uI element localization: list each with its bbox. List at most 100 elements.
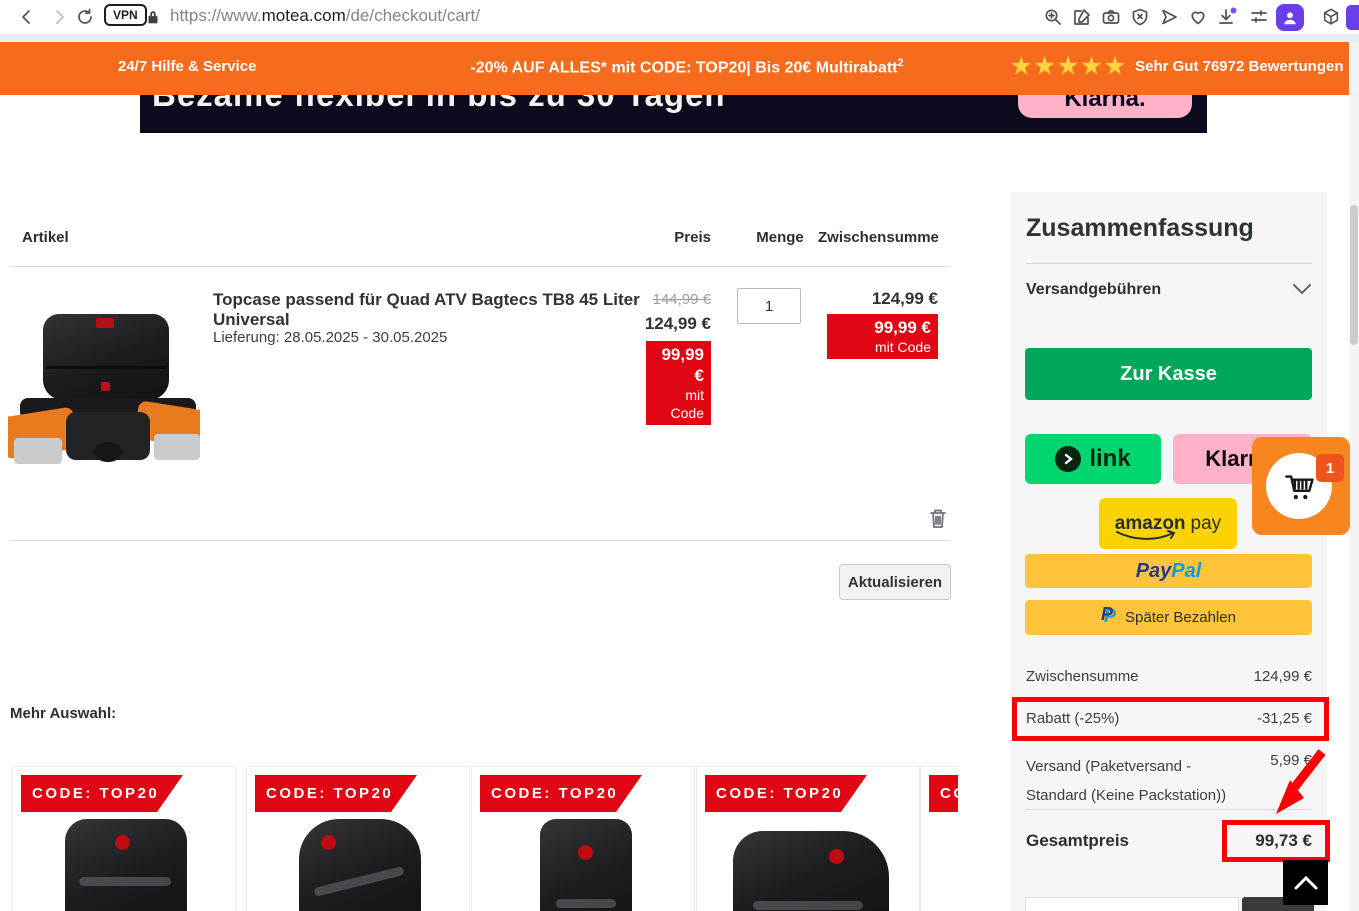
camera-icon[interactable] (1098, 4, 1124, 30)
subtotal-code-box: 99,99 € mit Code (827, 314, 938, 359)
code-ribbon: CODE: TOP20 (929, 775, 958, 812)
column-header-preis: Preis (640, 229, 711, 246)
amazon-pay-word: pay (1191, 513, 1222, 534)
price-code-value: 99,99 € (653, 344, 704, 386)
cart-row-divider (10, 540, 950, 541)
code-ribbon: CODE: TOP20 (21, 775, 183, 812)
pay-later-button[interactable]: P P Später Bezahlen (1025, 600, 1312, 635)
promo-rating: ★ ★ ★ ★ ★ Sehr Gut 76972 Bewertungen (1010, 54, 1344, 79)
star-icon: ★ (1010, 54, 1032, 79)
download-icon[interactable] (1214, 4, 1240, 30)
page-scrollbar-track[interactable] (1349, 42, 1359, 911)
more-products-row: CODE: TOP20 CODE: TOP20 CODE: TOP20 CODE… (10, 766, 958, 911)
table-header-divider (10, 266, 950, 267)
update-cart-button[interactable]: Aktualisieren (839, 564, 951, 600)
price-old: 144,99 € (560, 291, 711, 308)
cart-icon (1280, 467, 1318, 505)
summary-subtotal-label: Zwischensumme (1026, 668, 1139, 685)
extension-clipped-icon[interactable] (1346, 5, 1359, 30)
paypal-logo-pay: Pay (1136, 560, 1172, 583)
summary-shipping-label: Versand (Paketversand - Standard (Keine … (1026, 752, 1238, 810)
column-header-zwischensumme: Zwischensumme (818, 229, 938, 246)
page-scrollbar-thumb[interactable] (1350, 205, 1358, 345)
lock-icon[interactable] (140, 4, 166, 30)
scroll-to-top-button[interactable] (1283, 860, 1328, 905)
link-label: link (1089, 445, 1130, 473)
quantity-input[interactable] (737, 288, 801, 324)
more-products-heading: Mehr Auswahl: (10, 705, 116, 722)
summary-title: Zusammenfassung (1026, 214, 1254, 243)
annotation-total-box (1222, 820, 1330, 862)
code-ribbon: CODE: TOP20 (255, 775, 417, 812)
product-card[interactable]: CODE: TOP20 (920, 766, 958, 911)
annotation-discount-box (1012, 697, 1329, 741)
pay-amazon-button[interactable]: amazonpay (1099, 498, 1237, 549)
send-icon[interactable] (1156, 4, 1182, 30)
shipping-toggle-label[interactable]: Versandgebühren (1026, 281, 1161, 299)
forward-icon[interactable] (46, 4, 72, 30)
checkout-button-label: Zur Kasse (1120, 363, 1217, 386)
browser-toolbar: VPN https://www.motea.com/de/checkout/ca… (0, 0, 1359, 34)
coupon-code-input[interactable] (1025, 897, 1239, 911)
summary-divider (1026, 263, 1312, 264)
link-arrow-icon (1055, 446, 1081, 472)
column-header-artikel: Artikel (22, 229, 69, 246)
chevron-down-icon[interactable] (1291, 282, 1313, 301)
back-icon[interactable] (14, 4, 40, 30)
rating-text: Sehr Gut 76972 Bewertungen (1135, 58, 1343, 75)
vpn-label: VPN (113, 8, 138, 22)
delivery-date: Lieferung: 28.05.2025 - 30.05.2025 (213, 329, 447, 346)
toolbar-bottom-strip (0, 34, 1359, 42)
product-card[interactable]: CODE: TOP20 (471, 766, 695, 911)
settings-sliders-icon[interactable] (1246, 4, 1272, 30)
promo-left-text: 24/7 Hilfe & Service (118, 58, 256, 75)
product-card-image (65, 819, 187, 911)
pay-paypal-button[interactable]: PayPal (1025, 554, 1312, 588)
paypal-logo-pal: Pal (1171, 560, 1201, 583)
annotation-arrow-icon (1264, 746, 1330, 825)
promo-bar: 24/7 Hilfe & Service -20% AUF ALLES* mit… (0, 42, 1349, 95)
promo-center-text: -20% AUF ALLES* mit CODE: TOP20| Bis 20€… (462, 57, 912, 77)
total-label: Gesamtpreis (1026, 831, 1129, 851)
code-ribbon: CODE: TOP20 (480, 775, 642, 812)
url-bar[interactable]: https://www.motea.com/de/checkout/cart/ (170, 6, 480, 26)
promo-offer-text: -20% AUF ALLES* mit CODE: TOP20| Bis 20€… (470, 59, 897, 76)
product-image[interactable] (8, 292, 200, 470)
extension-cube-icon[interactable] (1318, 4, 1344, 30)
url-domain: motea.com (262, 6, 346, 25)
subtotal-code-suffix: mit Code (834, 338, 931, 356)
subtotal-current: 124,99 € (818, 289, 938, 309)
zoom-search-icon[interactable] (1040, 4, 1066, 30)
product-card-image (540, 819, 632, 911)
product-card[interactable]: CODE: TOP20 (246, 766, 470, 911)
cart-widget[interactable]: 1 (1252, 437, 1350, 535)
pay-link-button[interactable]: link (1025, 434, 1161, 484)
star-icon: ★ (1104, 54, 1126, 79)
reload-icon[interactable] (72, 4, 98, 30)
pay-later-label: Später Bezahlen (1125, 609, 1236, 626)
heart-icon[interactable] (1185, 4, 1211, 30)
product-card[interactable]: CODE: TOP20 (696, 766, 920, 911)
chevron-up-icon (1293, 875, 1319, 891)
cart-count-badge: 1 (1316, 454, 1344, 482)
star-icon: ★ (1033, 54, 1055, 79)
profile-avatar-button[interactable] (1276, 4, 1304, 31)
code-ribbon: CODE: TOP20 (705, 775, 867, 812)
remove-item-trash-icon[interactable] (925, 505, 951, 531)
edit-icon[interactable] (1069, 4, 1095, 30)
subtotal-code-value: 99,99 € (834, 317, 931, 338)
star-icon: ★ (1057, 54, 1079, 79)
summary-subtotal-value: 124,99 € (1212, 668, 1312, 685)
checkout-button[interactable]: Zur Kasse (1025, 348, 1312, 400)
star-icon: ★ (1080, 54, 1102, 79)
shield-x-icon[interactable] (1127, 4, 1153, 30)
url-path: /de/checkout/cart/ (346, 6, 480, 25)
product-card-image (299, 819, 421, 911)
page: VPN https://www.motea.com/de/checkout/ca… (0, 0, 1359, 911)
promo-offer-sup: 2 (897, 57, 903, 69)
product-card-image (733, 831, 889, 911)
price-current: 124,99 € (560, 314, 711, 334)
amazon-smile-icon (1115, 530, 1179, 542)
product-card[interactable]: CODE: TOP20 (12, 766, 236, 911)
column-header-menge: Menge (745, 229, 815, 246)
